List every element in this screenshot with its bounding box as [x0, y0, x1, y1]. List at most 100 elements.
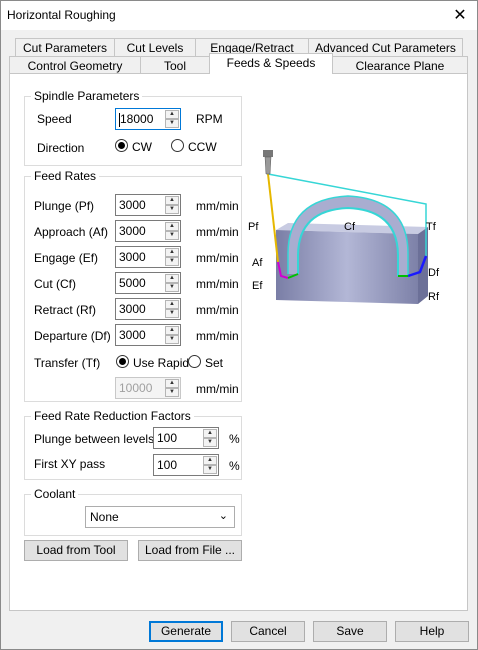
- plunge-value: 3000: [119, 198, 146, 212]
- approach-unit: mm/min: [196, 225, 239, 239]
- spin-up-icon[interactable]: ▲: [165, 196, 179, 205]
- spin-down-icon[interactable]: ▼: [165, 231, 179, 240]
- retract-feed-input[interactable]: 3000 ▲ ▼: [115, 298, 181, 320]
- cut-unit: mm/min: [196, 277, 239, 291]
- retract-label: Retract (Rf): [34, 303, 97, 317]
- cancel-button[interactable]: Cancel: [231, 621, 305, 642]
- coolant-value: None: [90, 510, 119, 524]
- plunge-unit: mm/min: [196, 199, 239, 213]
- help-button[interactable]: Help: [395, 621, 469, 642]
- transfer-label: Transfer (Tf): [34, 356, 101, 370]
- speed-label: Speed: [37, 112, 72, 126]
- spin-up-icon[interactable]: ▲: [203, 429, 217, 438]
- approach-feed-input[interactable]: 3000 ▲ ▼: [115, 220, 181, 242]
- close-icon[interactable]: ✕: [443, 1, 477, 30]
- feed-rates-illustration: Pf Cf Tf Af Ef Df Rf: [248, 150, 440, 304]
- spin-down-icon[interactable]: ▼: [165, 309, 179, 318]
- plunge-path: [267, 173, 279, 263]
- transfer-unit: mm/min: [196, 382, 239, 396]
- plunge-levels-input[interactable]: 100 ▲ ▼: [153, 427, 219, 449]
- tab-feeds-speeds[interactable]: Feeds & Speeds: [209, 53, 333, 74]
- departure-feed-input[interactable]: 3000 ▲ ▼: [115, 324, 181, 346]
- tab-cut-levels[interactable]: Cut Levels: [114, 38, 196, 57]
- tool-icon: [264, 156, 272, 175]
- tab-panel-feeds-speeds: Spindle Parameters Speed 18000 ▲ ▼ RPM Di…: [9, 73, 468, 611]
- spin-up-icon[interactable]: ▲: [165, 222, 179, 231]
- plunge-levels-label: Plunge between levels: [34, 432, 155, 446]
- chevron-down-icon: ⌄: [218, 510, 228, 522]
- first-xy-value: 100: [157, 458, 178, 472]
- cw-label: CW: [132, 140, 152, 154]
- title-bar: Horizontal Roughing ✕: [1, 1, 477, 30]
- use-rapid-radio[interactable]: [116, 355, 129, 368]
- set-label: Set: [205, 356, 224, 370]
- approach-value: 3000: [119, 224, 146, 238]
- spin-down-icon[interactable]: ▼: [165, 335, 179, 344]
- spin-down-icon[interactable]: ▼: [165, 283, 179, 292]
- ccw-radio[interactable]: [171, 139, 184, 152]
- departure-value: 3000: [119, 328, 146, 342]
- departure-unit: mm/min: [196, 329, 239, 343]
- label-cf: Cf: [344, 221, 356, 233]
- load-from-tool-button[interactable]: Load from Tool: [24, 540, 128, 561]
- spin-down-icon[interactable]: ▼: [203, 465, 217, 474]
- speed-unit: RPM: [196, 112, 223, 126]
- ccw-label: CCW: [188, 140, 217, 154]
- retract-value: 3000: [119, 302, 146, 316]
- set-radio[interactable]: [188, 355, 201, 368]
- group-title: Feed Rates: [31, 169, 100, 183]
- engage-value: 3000: [119, 250, 146, 264]
- coolant-group: Coolant None ⌄: [24, 487, 242, 536]
- first-xy-label: First XY pass: [34, 457, 106, 471]
- label-ef: Ef: [252, 280, 263, 292]
- spin-up-icon[interactable]: ▲: [165, 248, 179, 257]
- spin-down-icon[interactable]: ▼: [203, 438, 217, 447]
- engage-label: Engage (Ef): [34, 251, 99, 265]
- speed-input[interactable]: 18000 ▲ ▼: [115, 108, 181, 130]
- group-title: Spindle Parameters: [31, 89, 143, 103]
- feed-rates-group: Feed Rates Plunge (Pf) 3000 ▲ ▼ mm/min Ap…: [24, 169, 242, 402]
- speed-value: 18000: [120, 112, 154, 126]
- spin-down-icon[interactable]: ▼: [165, 257, 179, 266]
- window-title: Horizontal Roughing: [7, 8, 116, 22]
- coolant-select[interactable]: None ⌄: [85, 506, 235, 528]
- plunge-levels-value: 100: [157, 431, 178, 445]
- percent-label: %: [229, 459, 240, 473]
- group-title: Feed Rate Reduction Factors: [31, 409, 194, 423]
- tool-holder-icon: [263, 150, 273, 157]
- spindle-parameters-group: Spindle Parameters Speed 18000 ▲ ▼ RPM Di…: [24, 89, 242, 166]
- cut-value: 5000: [119, 276, 146, 290]
- cut-feed-input[interactable]: 5000 ▲ ▼: [115, 272, 181, 294]
- transfer-feed-input: 10000 ▲ ▼: [115, 377, 181, 399]
- departure-label: Departure (Df): [34, 329, 111, 343]
- spin-up-icon[interactable]: ▲: [203, 456, 217, 465]
- label-rf: Rf: [428, 291, 440, 303]
- spin-down-icon[interactable]: ▼: [165, 119, 179, 128]
- cw-radio[interactable]: [115, 139, 128, 152]
- transfer-value: 10000: [119, 381, 153, 395]
- reduction-factors-group: Feed Rate Reduction Factors Plunge betwe…: [24, 409, 242, 480]
- spin-up-icon[interactable]: ▲: [165, 274, 179, 283]
- label-tf: Tf: [426, 221, 437, 233]
- label-pf: Pf: [248, 221, 259, 233]
- spin-up-icon[interactable]: ▲: [165, 110, 179, 119]
- generate-button[interactable]: Generate: [149, 621, 223, 642]
- cut-label: Cut (Cf): [34, 277, 76, 291]
- label-df: Df: [428, 267, 440, 279]
- spin-down-icon[interactable]: ▼: [165, 205, 179, 214]
- use-rapid-label: Use Rapid: [133, 356, 190, 370]
- load-from-file-button[interactable]: Load from File ...: [138, 540, 242, 561]
- spin-up-icon[interactable]: ▲: [165, 326, 179, 335]
- label-af: Af: [252, 257, 263, 269]
- spin-up-icon: ▲: [165, 379, 179, 388]
- tab-cut-parameters[interactable]: Cut Parameters: [15, 38, 115, 57]
- approach-label: Approach (Af): [34, 225, 109, 239]
- engage-feed-input[interactable]: 3000 ▲ ▼: [115, 246, 181, 268]
- spin-down-icon: ▼: [165, 388, 179, 397]
- dialog-window: Horizontal Roughing ✕ Cut Parameters Cut…: [0, 0, 478, 650]
- first-xy-input[interactable]: 100 ▲ ▼: [153, 454, 219, 476]
- save-button[interactable]: Save: [313, 621, 387, 642]
- spin-up-icon[interactable]: ▲: [165, 300, 179, 309]
- engage-unit: mm/min: [196, 251, 239, 265]
- plunge-feed-input[interactable]: 3000 ▲ ▼: [115, 194, 181, 216]
